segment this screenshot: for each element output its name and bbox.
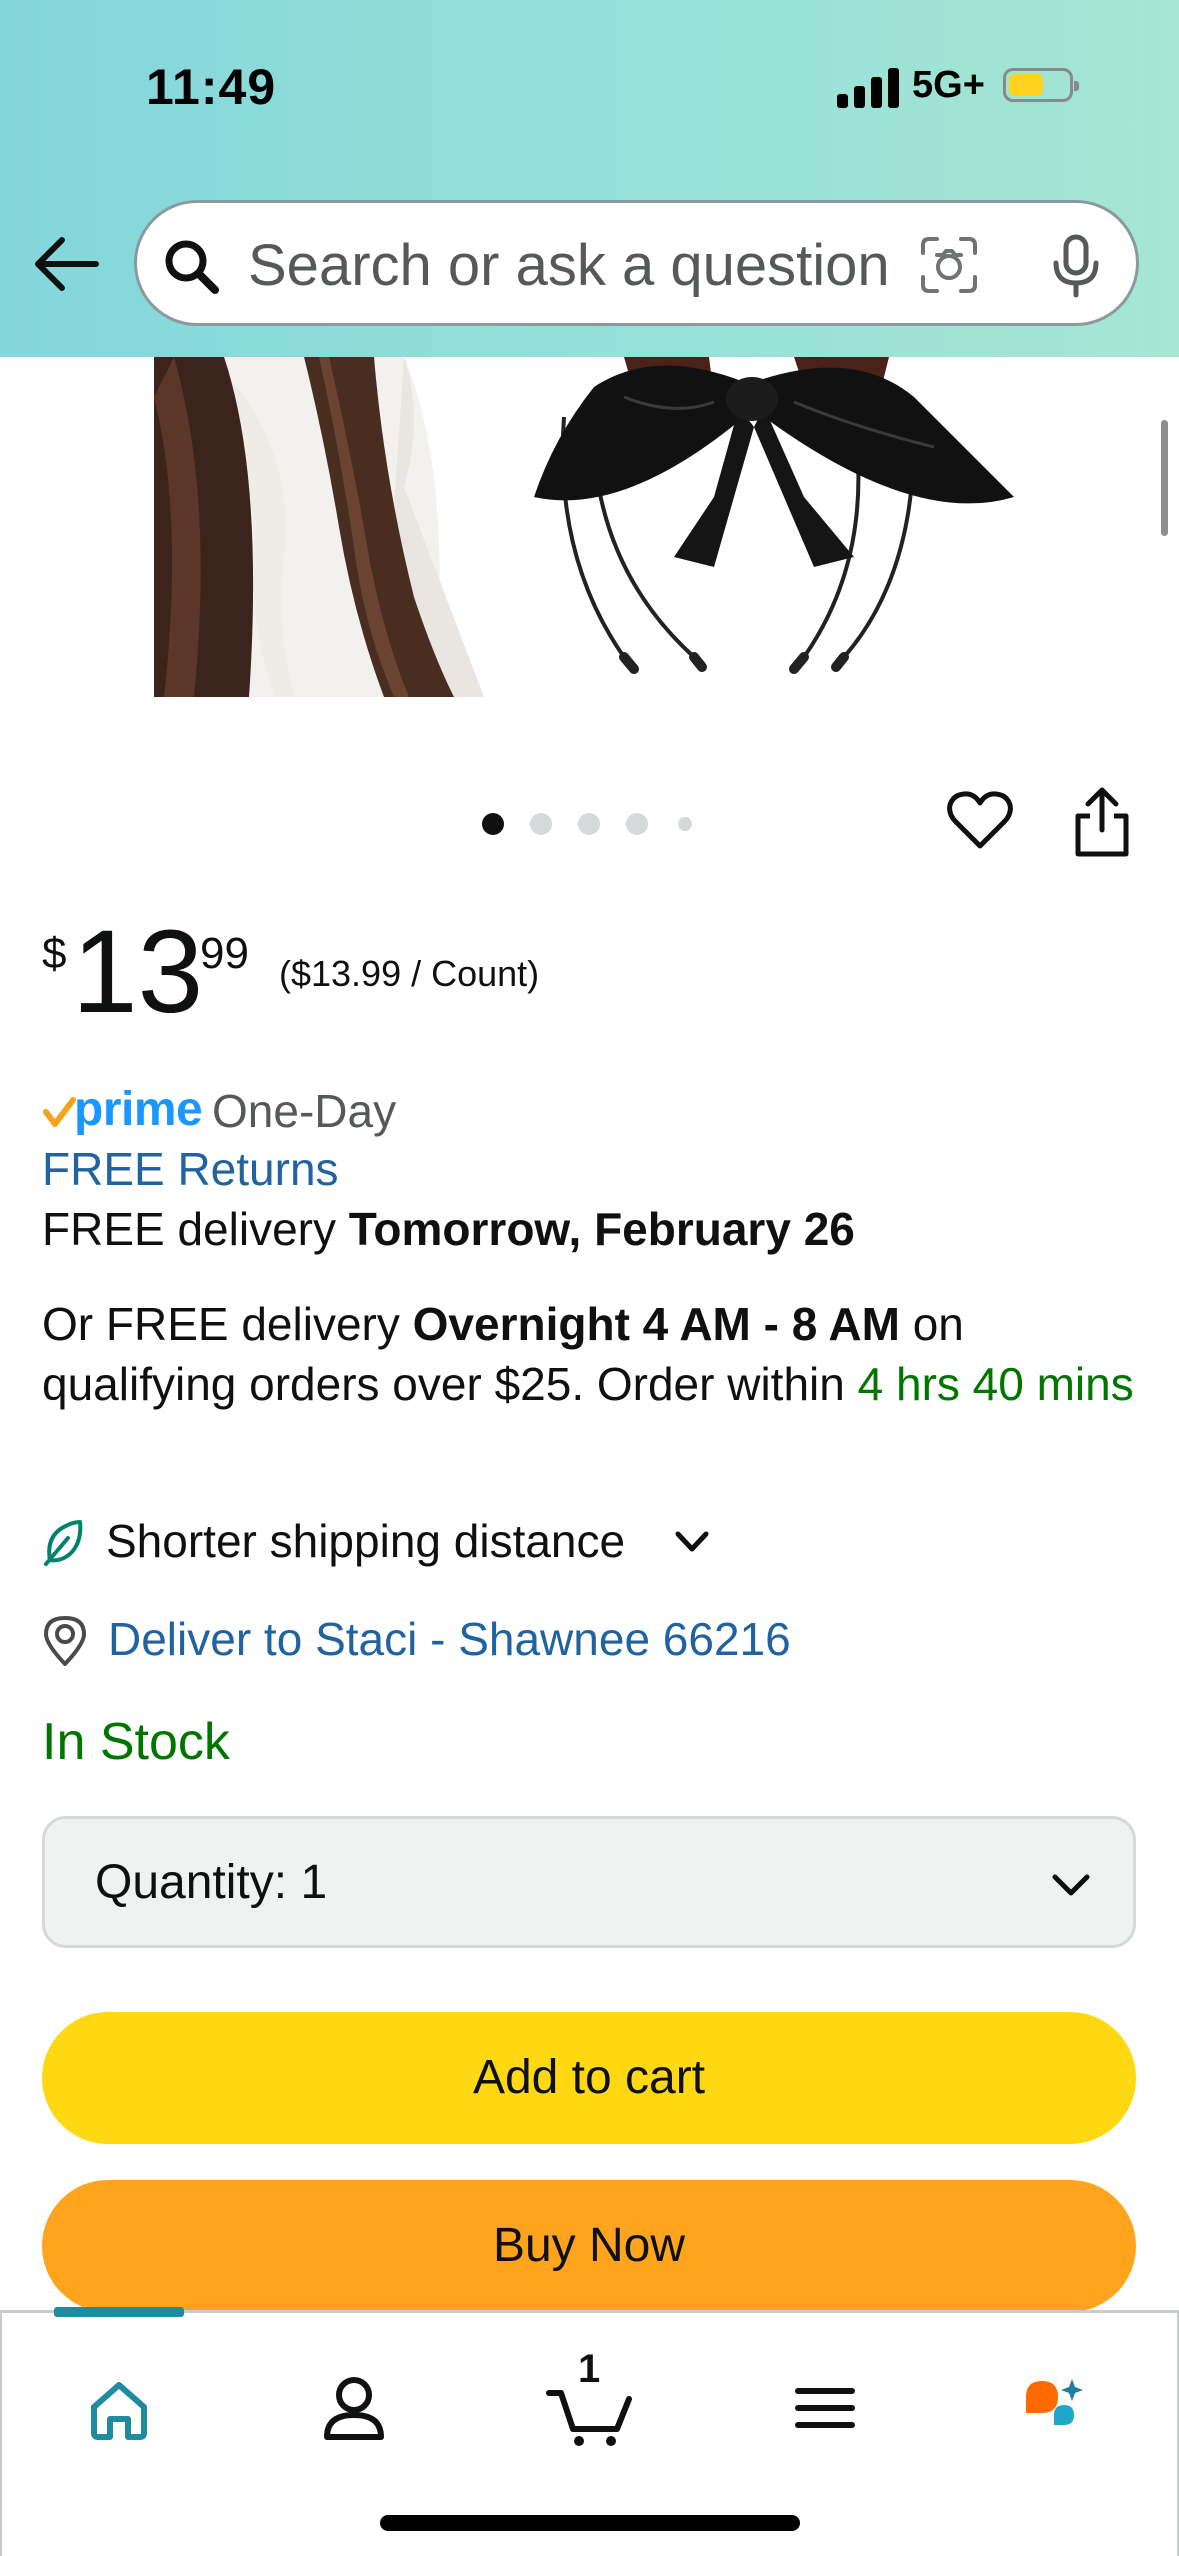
carousel-dot[interactable]	[626, 813, 648, 835]
overnight-prefix: Or FREE delivery	[42, 1298, 400, 1350]
signal-strength-icon	[837, 66, 901, 108]
scroll-indicator[interactable]	[1161, 420, 1168, 536]
price-fraction: 99	[200, 929, 249, 978]
deliver-to-label: Deliver to Staci - Shawnee 66216	[108, 1613, 791, 1665]
quantity-select[interactable]: Quantity: 1	[42, 1816, 1136, 1948]
status-time: 11:49	[146, 59, 277, 115]
deliver-to-link[interactable]: Deliver to Staci - Shawnee 66216	[42, 1610, 942, 1670]
stock-status: In Stock	[42, 1713, 230, 1771]
share-icon[interactable]	[1066, 786, 1138, 858]
battery-icon	[1003, 68, 1079, 102]
search-icon	[165, 240, 219, 294]
active-tab-indicator	[54, 2307, 184, 2317]
network-type: 5G+	[912, 64, 985, 106]
order-countdown: 4 hrs 40 mins	[857, 1358, 1134, 1410]
free-delivery-date: Tomorrow, February 26	[348, 1203, 855, 1255]
prime-label: prime	[74, 1083, 203, 1136]
camera-lens-icon[interactable]	[917, 233, 981, 297]
home-icon[interactable]	[64, 2353, 174, 2463]
location-pin-icon	[44, 1616, 86, 1666]
prime-check-icon	[43, 1097, 76, 1127]
add-to-cart-button[interactable]: Add to cart	[42, 2012, 1136, 2144]
overnight-delivery-text: Or FREE delivery Overnight 4 AM - 8 AM o…	[42, 1294, 1142, 1414]
app-header: 11:49 5G+	[0, 0, 1179, 357]
prime-speed: One-Day	[212, 1085, 397, 1137]
buy-now-button[interactable]: Buy Now	[42, 2180, 1136, 2312]
leaf-icon	[44, 1520, 83, 1566]
carousel-dot[interactable]	[482, 813, 504, 835]
account-icon[interactable]	[299, 2353, 409, 2463]
shorter-shipping-toggle[interactable]: Shorter shipping distance	[42, 1512, 842, 1572]
heart-icon[interactable]	[946, 790, 1014, 852]
prime-badge: prime One-Day	[42, 1082, 842, 1142]
free-delivery-line: FREE delivery Tomorrow, February 26	[42, 1202, 855, 1256]
cart-count: 1	[578, 2347, 601, 2391]
price-whole: 13	[72, 906, 204, 1038]
search-bar[interactable]	[134, 200, 1139, 326]
quantity-value: 1	[300, 1856, 328, 1909]
quantity-label: Quantity: 1	[95, 1856, 328, 1909]
price-block: $ 13 99 ($13.99 / Count)	[42, 905, 942, 1035]
cart-button[interactable]: 1	[535, 2347, 645, 2463]
chevron-down-icon	[675, 1531, 709, 1552]
carousel-dot[interactable]	[678, 817, 692, 831]
product-image[interactable]	[154, 357, 1029, 697]
microphone-icon[interactable]	[1047, 233, 1105, 299]
shorter-shipping-label: Shorter shipping distance	[106, 1515, 626, 1567]
carousel-dot[interactable]	[530, 813, 552, 835]
rufus-icon[interactable]	[1006, 2353, 1116, 2463]
free-returns-link[interactable]: FREE Returns	[42, 1142, 339, 1196]
home-indicator[interactable]	[380, 2515, 800, 2531]
free-delivery-prefix: FREE delivery	[42, 1203, 336, 1255]
overnight-window: Overnight 4 AM - 8 AM	[412, 1298, 900, 1350]
chevron-down-icon	[1052, 1874, 1090, 1896]
menu-icon[interactable]	[770, 2353, 880, 2463]
price-per-unit: ($13.99 / Count)	[279, 953, 540, 994]
product-photo	[154, 357, 1029, 697]
back-arrow-icon[interactable]	[30, 228, 102, 300]
price-symbol: $	[42, 929, 67, 978]
carousel-dot[interactable]	[578, 813, 600, 835]
